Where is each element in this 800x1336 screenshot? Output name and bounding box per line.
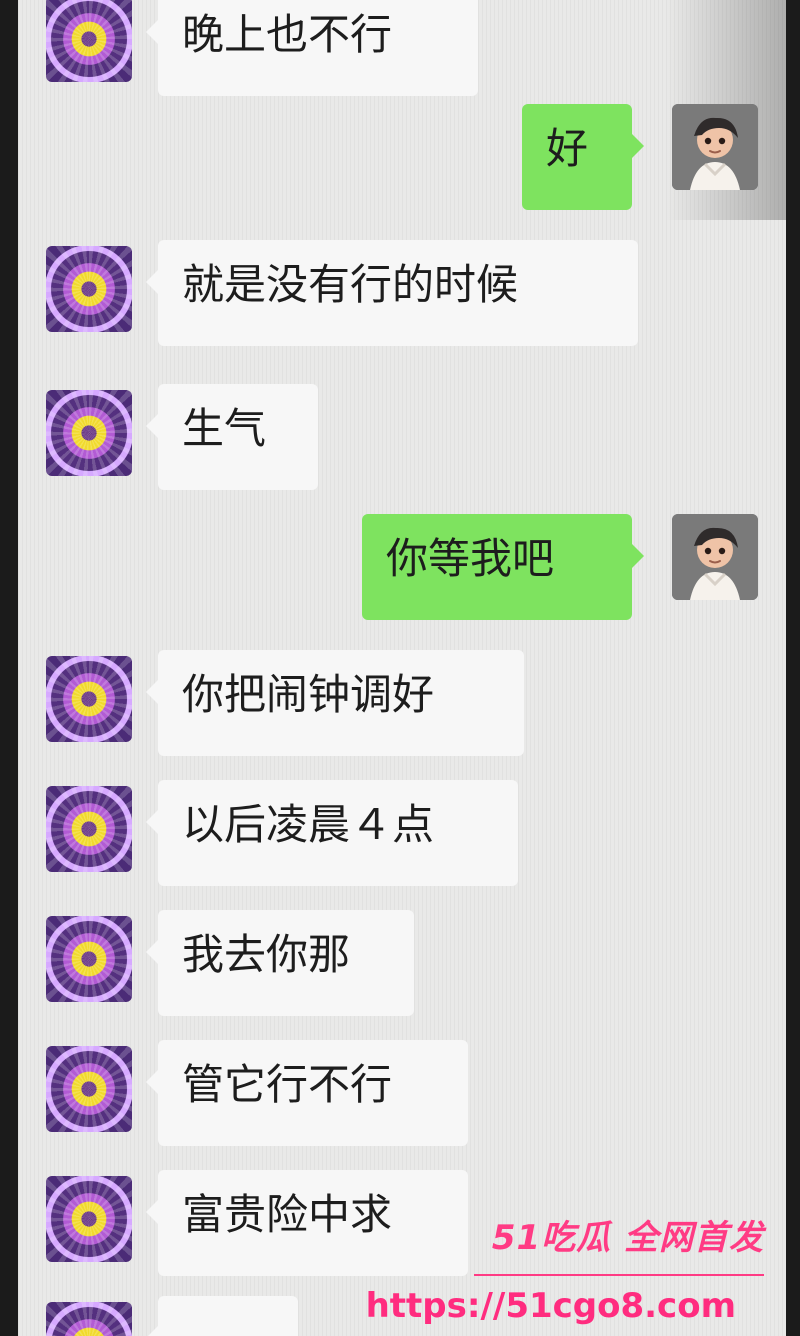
message-bubble[interactable]: 你等我吧 — [362, 514, 644, 620]
chat-screen: 晚上也不行 好就是没有行的时候 生气 你等我吧你把闹钟调好 以后凌晨４点 我去你那管它… — [18, 0, 786, 1336]
message-bubble[interactable]: 晚上也不行 — [146, 0, 478, 96]
watermark-url: https://51cgo8.com — [365, 1286, 736, 1326]
message-text: 富贵险中求 — [182, 1190, 393, 1239]
flower-avatar-icon[interactable] — [46, 390, 132, 476]
message-bubble[interactable]: 生气 — [146, 384, 318, 490]
message-text: 生气 — [182, 404, 267, 453]
message-text: 管它行不行 — [182, 1060, 393, 1109]
flower-avatar-icon[interactable] — [46, 916, 132, 1002]
message-bubble[interactable]: 富贵险中求 — [146, 1170, 468, 1276]
flower-avatar-icon[interactable] — [46, 786, 132, 872]
message-text: 好 — [546, 124, 589, 173]
message-text: 以后凌晨４点 — [182, 800, 435, 849]
message-bubble[interactable]: 我去你那 — [146, 910, 414, 1016]
message-bubble[interactable]: 以后凌晨４点 — [146, 780, 518, 886]
message-bubble[interactable]: 就是没有行的时候 — [146, 240, 638, 346]
message-bubble[interactable]: 你把闹钟调好 — [146, 650, 524, 756]
boy-avatar-icon[interactable] — [672, 514, 758, 600]
watermark-line — [474, 1274, 764, 1276]
flower-avatar-icon[interactable] — [46, 246, 132, 332]
message-text: 我去你那 — [182, 930, 351, 979]
message-bubble[interactable]: 好 — [522, 104, 644, 210]
flower-avatar-icon[interactable] — [46, 1302, 132, 1336]
flower-avatar-icon[interactable] — [46, 1176, 132, 1262]
message-bubble[interactable]: 管它行不行 — [146, 1040, 468, 1146]
partial-message-bubble — [146, 1296, 298, 1336]
flower-avatar-icon[interactable] — [46, 1046, 132, 1132]
message-text: 你把闹钟调好 — [182, 670, 435, 719]
watermark: 51吃瓜 全网首发 https://51cgo8.com — [366, 1210, 764, 1326]
watermark-top-text: 51吃瓜 全网首发 — [491, 1218, 764, 1258]
message-text: 你等我吧 — [386, 534, 555, 583]
message-text: 晚上也不行 — [182, 10, 393, 59]
message-text: 就是没有行的时候 — [182, 260, 519, 309]
flower-avatar-icon[interactable] — [46, 0, 132, 82]
flower-avatar-icon[interactable] — [46, 656, 132, 742]
boy-avatar-icon[interactable] — [672, 104, 758, 190]
